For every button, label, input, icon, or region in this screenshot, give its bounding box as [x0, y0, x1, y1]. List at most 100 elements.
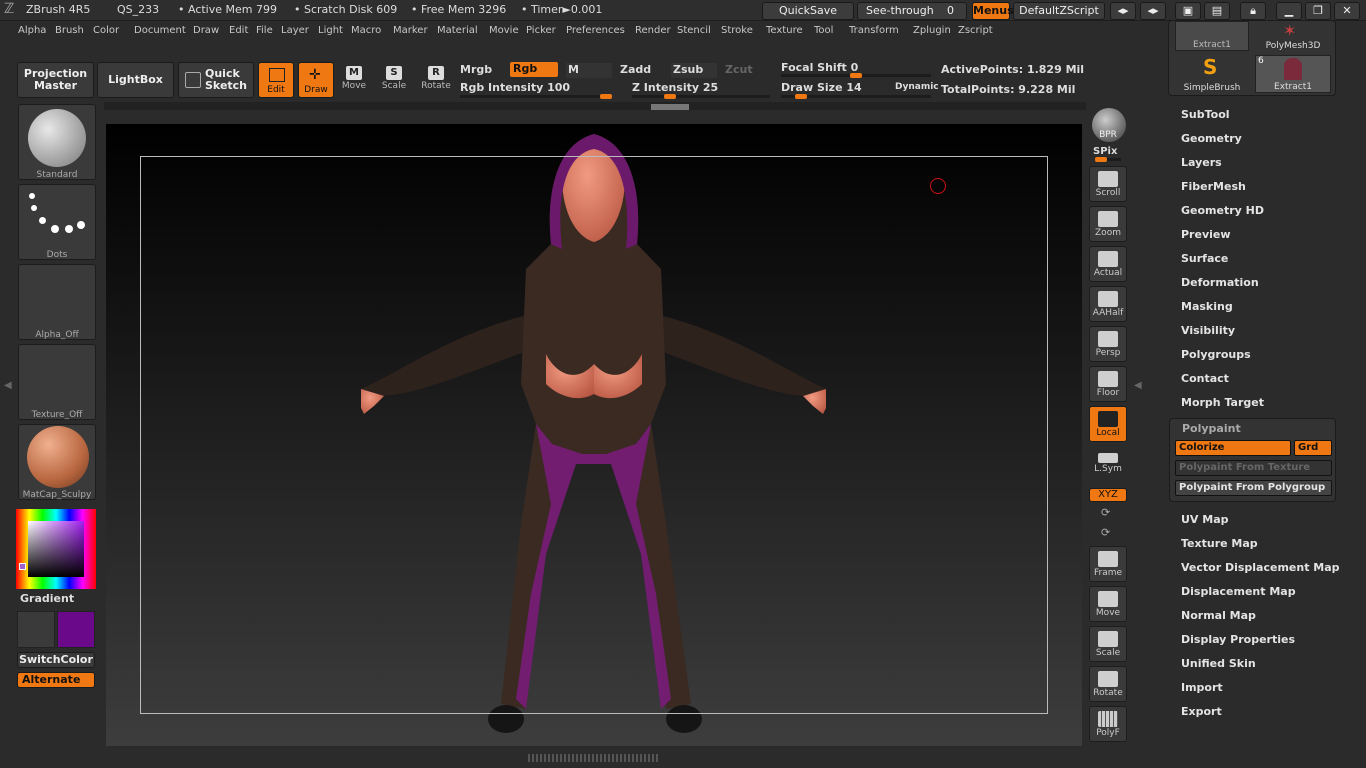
display-properties-menu[interactable]: Display Properties: [1181, 633, 1295, 646]
rotate-z-icon[interactable]: ⟳: [1101, 526, 1110, 539]
scale-button[interactable]: S Scale: [380, 66, 408, 91]
color-square[interactable]: [28, 521, 84, 577]
left-tray-arrow-icon[interactable]: ◀: [4, 380, 12, 396]
menu-zscript[interactable]: Zscript: [958, 25, 993, 36]
polypaint-menu[interactable]: Polypaint: [1182, 422, 1241, 435]
menu-marker[interactable]: Marker: [393, 25, 428, 36]
bpr-button[interactable]: BPR: [1089, 106, 1127, 142]
menu-transform[interactable]: Transform: [849, 25, 899, 36]
bottom-tray-handle[interactable]: [528, 754, 658, 762]
gradient-toggle[interactable]: Gradient: [20, 592, 74, 605]
z-intensity-slider[interactable]: [632, 94, 770, 99]
menu-draw[interactable]: Draw: [193, 25, 219, 36]
xyz-button[interactable]: XYZ: [1089, 488, 1127, 502]
zadd-button[interactable]: Zadd: [620, 63, 651, 76]
scroll-right-icon[interactable]: ◂▸: [1140, 2, 1166, 20]
persp-button[interactable]: Persp: [1089, 326, 1127, 362]
local-button[interactable]: Local: [1089, 406, 1127, 442]
canvas-scroll-thumb[interactable]: [651, 104, 689, 110]
morph-target-menu[interactable]: Morph Target: [1181, 396, 1264, 409]
lsym-button[interactable]: L.Sym: [1089, 449, 1127, 485]
geometry-hd-menu[interactable]: Geometry HD: [1181, 204, 1264, 217]
secondary-color-swatch[interactable]: [57, 611, 95, 648]
thumb-polymesh3d[interactable]: ✶ PolyMesh3D: [1255, 21, 1331, 51]
draw-size-slider[interactable]: [781, 94, 931, 99]
menu-movie[interactable]: Movie: [489, 25, 519, 36]
menu-file[interactable]: File: [256, 25, 273, 36]
canvas-scrollbar-top[interactable]: [104, 102, 1086, 110]
thumb-extract1-selected[interactable]: 6 Extract1: [1255, 55, 1331, 93]
floor-button[interactable]: Floor: [1089, 366, 1127, 402]
switch-color-button[interactable]: SwitchColor: [17, 652, 95, 668]
menu-material[interactable]: Material: [437, 25, 478, 36]
menu-macro[interactable]: Macro: [351, 25, 381, 36]
contact-menu[interactable]: Contact: [1181, 372, 1229, 385]
rotate-view-button[interactable]: Rotate: [1089, 666, 1127, 702]
rotate-y-icon[interactable]: ⟳: [1101, 506, 1110, 519]
m-button[interactable]: M: [566, 63, 612, 78]
colorize-button[interactable]: Colorize: [1175, 440, 1291, 456]
menu-texture[interactable]: Texture: [766, 25, 803, 36]
alpha-slot[interactable]: Alpha_Off: [18, 264, 96, 340]
move-view-button[interactable]: Move: [1089, 586, 1127, 622]
menu-render[interactable]: Render: [635, 25, 671, 36]
zoom-button[interactable]: Zoom: [1089, 206, 1127, 242]
preview-menu[interactable]: Preview: [1181, 228, 1231, 241]
menu-document[interactable]: Document: [134, 25, 186, 36]
rotate-button[interactable]: R Rotate: [420, 66, 452, 91]
close-icon[interactable]: ✕: [1334, 2, 1360, 20]
quicksave-button[interactable]: QuickSave: [762, 2, 854, 20]
minimize-icon[interactable]: ▁: [1276, 2, 1302, 20]
menu-stroke[interactable]: Stroke: [721, 25, 753, 36]
fibermesh-menu[interactable]: FiberMesh: [1181, 180, 1246, 193]
stroke-slot[interactable]: Dots: [18, 184, 96, 260]
menu-edit[interactable]: Edit: [229, 25, 248, 36]
brush-slot[interactable]: Standard: [18, 104, 96, 180]
grd-button[interactable]: Grd: [1294, 440, 1332, 456]
texture-slot[interactable]: Texture_Off: [18, 344, 96, 420]
layers-menu[interactable]: Layers: [1181, 156, 1222, 169]
scroll-button[interactable]: Scroll: [1089, 166, 1127, 202]
frame-button[interactable]: Frame: [1089, 546, 1127, 582]
export-menu[interactable]: Export: [1181, 705, 1222, 718]
masking-menu[interactable]: Masking: [1181, 300, 1233, 313]
menu-tool[interactable]: Tool: [814, 25, 833, 36]
geometry-menu[interactable]: Geometry: [1181, 132, 1242, 145]
menu-preferences[interactable]: Preferences: [566, 25, 625, 36]
draw-button[interactable]: ✛ Draw: [298, 62, 334, 98]
rgb-intensity-handle[interactable]: [600, 94, 612, 99]
zsub-button[interactable]: Zsub: [671, 63, 717, 78]
see-through-slider[interactable]: See-through 0: [857, 2, 967, 20]
menu-light[interactable]: Light: [318, 25, 343, 36]
surface-menu[interactable]: Surface: [1181, 252, 1228, 265]
displacement-map-menu[interactable]: Displacement Map: [1181, 585, 1296, 598]
z-intensity-handle[interactable]: [663, 94, 676, 99]
lock-icon[interactable]: 🔒︎: [1240, 2, 1266, 20]
uv-map-menu[interactable]: UV Map: [1181, 513, 1229, 526]
dynamic-toggle[interactable]: Dynamic: [895, 82, 939, 92]
thumb-simplebrush[interactable]: S SimpleBrush: [1175, 55, 1249, 93]
vector-displacement-map-menu[interactable]: Vector Displacement Map: [1181, 561, 1340, 574]
visibility-menu[interactable]: Visibility: [1181, 324, 1235, 337]
polygroups-menu[interactable]: Polygroups: [1181, 348, 1251, 361]
spix-handle[interactable]: [1095, 157, 1107, 162]
color-picker[interactable]: [16, 509, 96, 589]
maximize-icon[interactable]: ❐: [1305, 2, 1331, 20]
polypaint-from-texture-button[interactable]: Polypaint From Texture: [1175, 460, 1332, 476]
texture-map-menu[interactable]: Texture Map: [1181, 537, 1258, 550]
subtool-menu[interactable]: SubTool: [1181, 108, 1230, 121]
rgb-button[interactable]: Rgb: [510, 62, 558, 77]
aahalf-button[interactable]: AAHalf: [1089, 286, 1127, 322]
color-cursor[interactable]: [19, 563, 26, 570]
actual-button[interactable]: Actual: [1089, 246, 1127, 282]
scale-view-button[interactable]: Scale: [1089, 626, 1127, 662]
alternate-button[interactable]: Alternate: [17, 672, 95, 688]
scroll-left-icon[interactable]: ◂▸: [1110, 2, 1136, 20]
import-menu[interactable]: Import: [1181, 681, 1223, 694]
main-color-swatch[interactable]: [17, 611, 55, 648]
menus-button[interactable]: Menus: [972, 2, 1014, 20]
rgb-intensity-slider[interactable]: [460, 94, 612, 99]
polypaint-from-polygroup-button[interactable]: Polypaint From Polygroup: [1175, 480, 1332, 496]
zcut-button[interactable]: Zcut: [725, 63, 753, 76]
material-slot[interactable]: MatCap_Sculpy: [18, 424, 96, 500]
